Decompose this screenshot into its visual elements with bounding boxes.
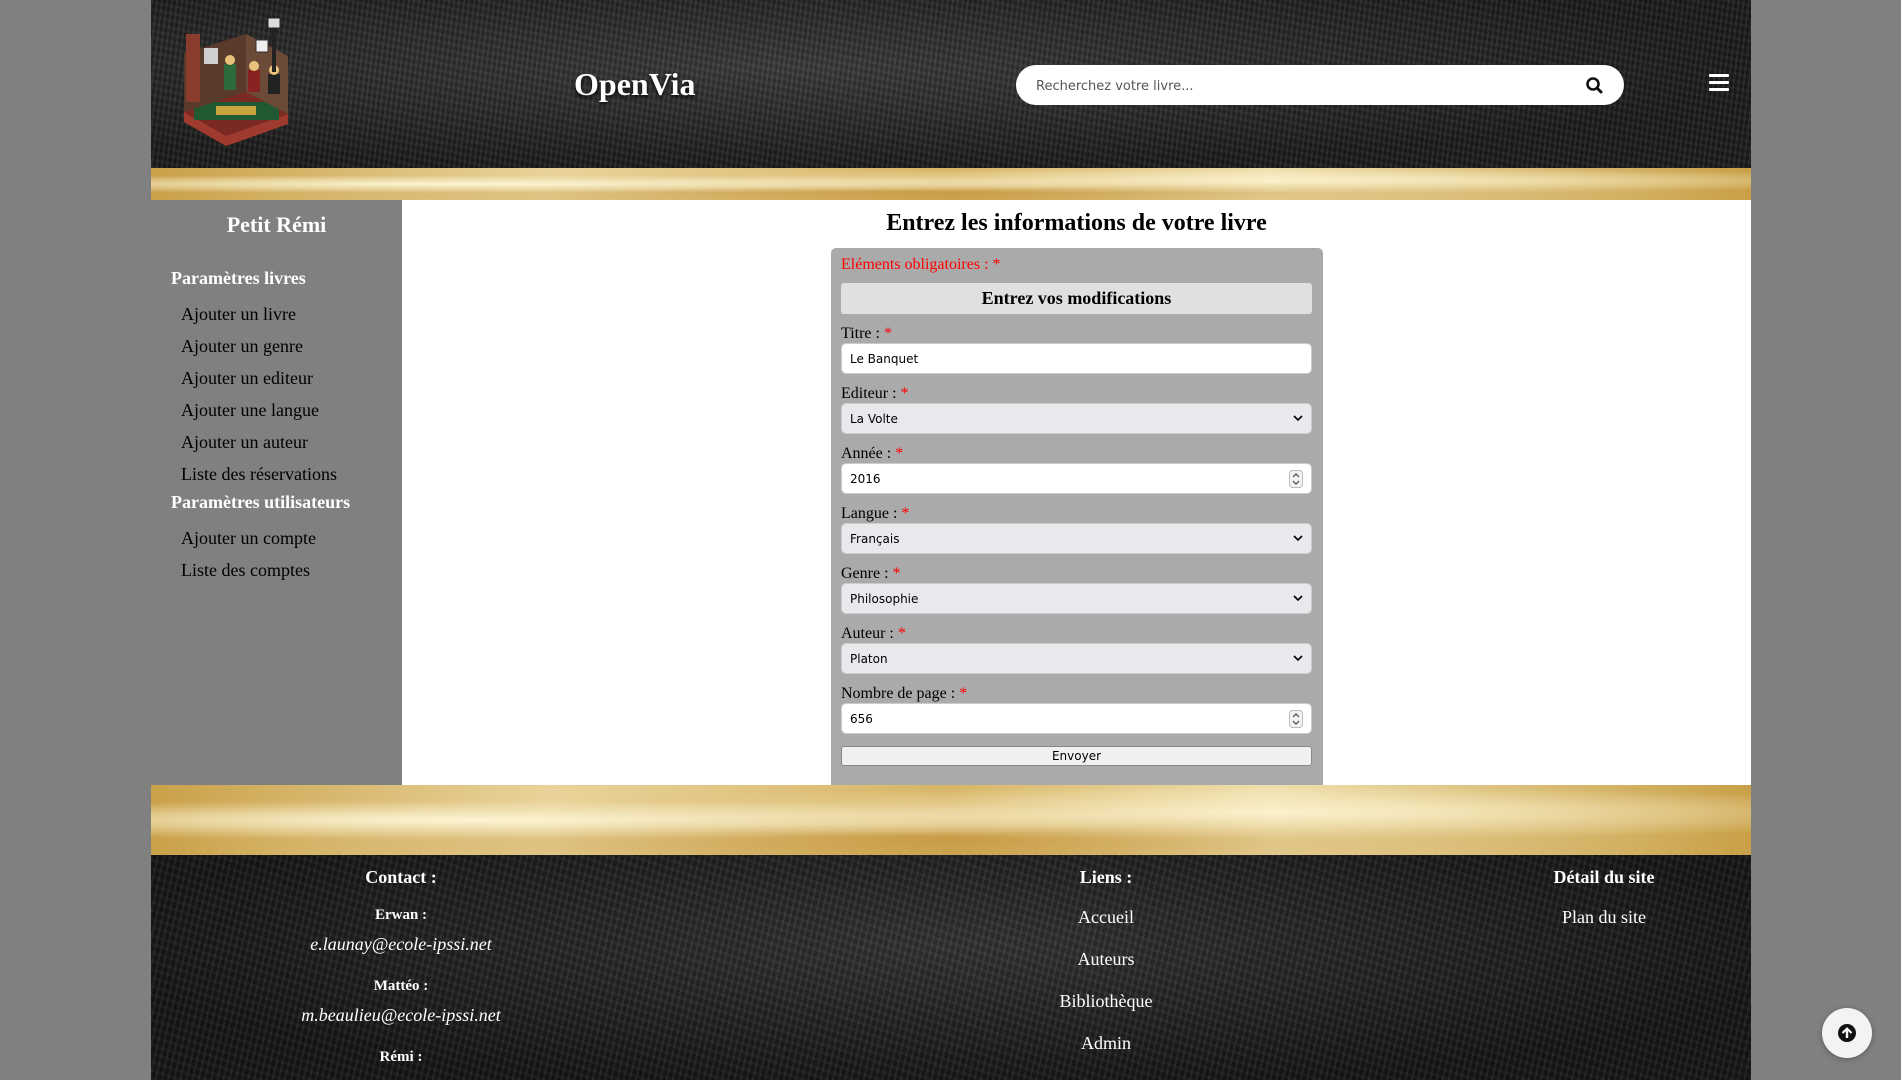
contact-name: Erwan :	[374, 907, 428, 923]
titre-label: Titre : *	[841, 325, 892, 342]
footer-contact-heading: Contact :	[365, 867, 437, 887]
site-wrapper: OpenVia Petit Rémi Paramètres livres Ajo…	[151, 0, 1751, 1080]
sidebar-link-add-language[interactable]: Ajouter une langue	[181, 400, 319, 421]
footer-link-admin[interactable]: Admin	[1006, 1033, 1206, 1054]
pages-input[interactable]: 656	[841, 703, 1312, 734]
chevron-down-icon	[1293, 655, 1303, 662]
sidebar-link-add-account[interactable]: Ajouter un compte	[181, 528, 316, 549]
search-input[interactable]	[1034, 73, 1558, 99]
sidebar-section-users: Paramètres utilisateurs	[171, 492, 351, 512]
lego-christmas-carol-logo[interactable]	[176, 14, 296, 150]
arrow-up-circle-icon	[1838, 1024, 1856, 1042]
site-title[interactable]: OpenVia	[574, 66, 696, 103]
titre-input[interactable]: Le Banquet	[841, 343, 1312, 374]
editeur-label: Editeur : *	[841, 385, 909, 402]
annee-input[interactable]: 2016	[841, 463, 1312, 494]
pages-label: Nombre de page : *	[841, 685, 968, 702]
hamburger-menu-icon[interactable]	[1709, 74, 1729, 92]
contact-email[interactable]: e.launay@ecole-ipssi.net	[251, 934, 551, 955]
sidebar-link-add-author[interactable]: Ajouter un auteur	[181, 432, 308, 453]
footer-links-heading: Liens :	[1079, 867, 1133, 887]
contact-email[interactable]: m.beaulieu@ecole-ipssi.net	[251, 1005, 551, 1026]
sidebar-link-account-list[interactable]: Liste des comptes	[181, 560, 310, 581]
langue-label: Langue : *	[841, 505, 910, 522]
contact-name: Rémi :	[379, 1049, 423, 1065]
contact-name: Mattéo :	[373, 978, 429, 994]
search-bar	[1016, 65, 1624, 105]
chevron-down-icon	[1293, 595, 1303, 602]
sidebar-section-books: Paramètres livres	[171, 268, 306, 288]
footer-link-bibliotheque[interactable]: Bibliothèque	[1006, 991, 1206, 1012]
required-note: Eléments obligatoires : *	[841, 256, 1001, 273]
genre-select[interactable]: Philosophie	[841, 583, 1312, 614]
sidebar-link-add-genre[interactable]: Ajouter un genre	[181, 336, 303, 357]
footer-site-detail-heading: Détail du site	[1553, 867, 1655, 887]
main-content: Entrez les informations de votre livre E…	[402, 200, 1751, 785]
header: OpenVia	[151, 0, 1751, 168]
footer-link-accueil[interactable]: Accueil	[1006, 907, 1206, 928]
footer-link-auteurs[interactable]: Auteurs	[1006, 949, 1206, 970]
form-heading: Entrez vos modifications	[841, 283, 1312, 314]
submit-button[interactable]: Envoyer	[841, 746, 1312, 766]
search-icon[interactable]	[1584, 75, 1606, 97]
auteur-select[interactable]: Platon	[841, 643, 1312, 674]
langue-select[interactable]: Français	[841, 523, 1312, 554]
annee-label: Année : *	[841, 445, 904, 462]
footer: Contact : Erwan : e.launay@ecole-ipssi.n…	[151, 855, 1751, 1080]
page-title: Entrez les informations de votre livre	[886, 210, 1267, 236]
footer-link-plan-du-site[interactable]: Plan du site	[1504, 907, 1704, 928]
book-form: Eléments obligatoires : * Entrez vos mod…	[831, 248, 1323, 785]
sidebar-user-name: Petit Rémi	[226, 212, 327, 237]
sidebar-link-add-book[interactable]: Ajouter un livre	[181, 304, 296, 325]
spinner-icon[interactable]	[1289, 710, 1303, 728]
chevron-down-icon	[1293, 535, 1303, 542]
parchment-band-bottom	[151, 785, 1751, 855]
parchment-band-top	[151, 168, 1751, 200]
genre-label: Genre : *	[841, 565, 901, 582]
sidebar-link-add-editor[interactable]: Ajouter un editeur	[181, 368, 313, 389]
sidebar: Petit Rémi Paramètres livres Ajouter un …	[151, 200, 402, 785]
spinner-icon[interactable]	[1289, 470, 1303, 488]
sidebar-link-reservations[interactable]: Liste des réservations	[181, 464, 337, 485]
editeur-select[interactable]: La Volte	[841, 403, 1312, 434]
auteur-label: Auteur : *	[841, 625, 906, 642]
back-to-top-button[interactable]	[1822, 1008, 1872, 1058]
chevron-down-icon	[1293, 415, 1303, 422]
